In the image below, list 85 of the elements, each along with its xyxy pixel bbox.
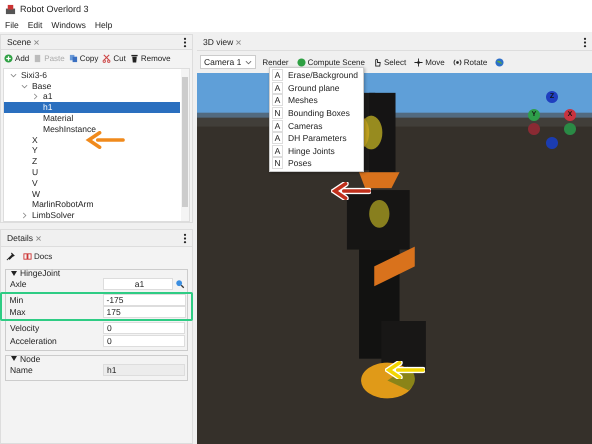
- field-label: Axle: [10, 279, 28, 290]
- tree-item[interactable]: Y: [4, 145, 180, 156]
- dot-icon: [296, 58, 306, 66]
- menu-item[interactable]: Edit: [28, 20, 42, 30]
- window-title: Robot Overlord 3: [20, 4, 89, 14]
- input-field[interactable]: 0: [103, 322, 185, 334]
- tree-item[interactable]: h1: [4, 102, 180, 114]
- menu-item[interactable]: Windows: [51, 20, 86, 30]
- chevron-down-icon: [245, 58, 252, 66]
- tree-item[interactable]: Sixi3-6: [4, 70, 180, 81]
- input-field[interactable]: 175: [102, 306, 186, 318]
- arrow-icon: [85, 131, 125, 149]
- toolbar-button[interactable]: Cut: [100, 53, 128, 64]
- menu-item[interactable]: A Erase/Background: [272, 69, 361, 82]
- toolbar-button[interactable]: Render: [260, 56, 291, 68]
- triangle-down-icon: [11, 356, 17, 362]
- scissors-icon: [102, 54, 112, 64]
- tree-item[interactable]: U: [4, 167, 180, 178]
- hand-pointer-icon: [372, 58, 382, 66]
- close-icon[interactable]: [236, 40, 242, 44]
- field-label: Max: [10, 307, 27, 318]
- arrow-icon: [331, 182, 371, 200]
- robot-app-icon: [5, 4, 16, 14]
- docs-button[interactable]: Docs: [21, 251, 54, 262]
- field-label: Min: [10, 294, 24, 305]
- pin-icon[interactable]: [6, 252, 15, 261]
- chevron-right-icon[interactable]: [21, 212, 28, 220]
- book-icon: [23, 252, 32, 261]
- toolbar-button[interactable]: Add: [2, 53, 32, 64]
- arrow-icon: [385, 361, 425, 379]
- toolbar-button[interactable]: Move: [412, 56, 447, 68]
- more-options-icon[interactable]: [183, 36, 187, 48]
- globe-button[interactable]: [493, 56, 506, 68]
- tree-item[interactable]: Z: [4, 156, 180, 168]
- toolbar-button[interactable]: Copy: [66, 53, 100, 64]
- panel-tab[interactable]: Details: [1, 231, 33, 245]
- tree-item[interactable]: a1: [4, 91, 180, 102]
- menu-item[interactable]: Help: [94, 20, 112, 30]
- tree-item[interactable]: MeshInstance: [4, 124, 180, 135]
- tree-item[interactable]: W: [4, 188, 180, 200]
- axle-field[interactable]: a1: [103, 278, 173, 290]
- field-label: Acceleration: [10, 336, 58, 346]
- menu-item[interactable]: N Bounding Boxes: [272, 106, 361, 120]
- more-options-icon[interactable]: [583, 36, 587, 48]
- tree-item[interactable]: V: [4, 178, 180, 189]
- tree-item[interactable]: Base: [4, 80, 180, 92]
- clipboard-icon: [33, 54, 42, 64]
- field-label: Velocity: [10, 323, 40, 334]
- toolbar-button[interactable]: Select: [370, 56, 408, 68]
- close-icon[interactable]: [34, 40, 40, 44]
- tree-item[interactable]: LimbSolver: [4, 210, 180, 221]
- camera-dropdown[interactable]: Camera 1: [200, 55, 256, 69]
- triangle-down-icon: [11, 270, 17, 276]
- chevron-right-icon[interactable]: [32, 93, 39, 100]
- chevron-down-icon[interactable]: [10, 72, 17, 79]
- menu-item[interactable]: N Poses: [272, 157, 361, 170]
- menu-item[interactable]: A Ground plane: [272, 82, 361, 94]
- panel-tab[interactable]: 3D view: [197, 35, 234, 49]
- toolbar-button[interactable]: Rotate: [450, 56, 490, 68]
- menu-item[interactable]: A Hinge Joints: [272, 144, 361, 158]
- more-options-icon[interactable]: [183, 232, 187, 244]
- input-field[interactable]: -175: [102, 294, 186, 306]
- menu-item[interactable]: A DH Parameters: [272, 132, 361, 145]
- search-icon[interactable]: [175, 279, 185, 290]
- trash-icon: [130, 54, 139, 64]
- add-icon: [4, 54, 13, 64]
- tree-item[interactable]: X: [4, 134, 180, 146]
- copy-icon: [68, 54, 78, 64]
- menu-item[interactable]: A Cameras: [272, 119, 361, 132]
- panel-tab[interactable]: Scene: [1, 35, 32, 49]
- field-label: Name: [10, 365, 34, 376]
- move-icon: [414, 58, 424, 66]
- tree-item[interactable]: MarlinRobotArm: [4, 199, 180, 210]
- rotate-icon: [452, 58, 462, 66]
- input-field: h1: [103, 364, 185, 376]
- menu-item[interactable]: File: [5, 20, 19, 30]
- group-header[interactable]: Node: [8, 354, 185, 364]
- toolbar-button[interactable]: Remove: [128, 53, 173, 64]
- close-icon[interactable]: [36, 236, 41, 240]
- menu-item[interactable]: A Meshes: [272, 94, 361, 107]
- toolbar-button[interactable]: Compute Scene: [294, 56, 367, 68]
- group-header[interactable]: HingeJoint: [8, 268, 185, 278]
- chevron-down-icon[interactable]: [21, 82, 28, 90]
- tree-item[interactable]: Material: [4, 113, 180, 124]
- input-field[interactable]: 0: [103, 334, 185, 347]
